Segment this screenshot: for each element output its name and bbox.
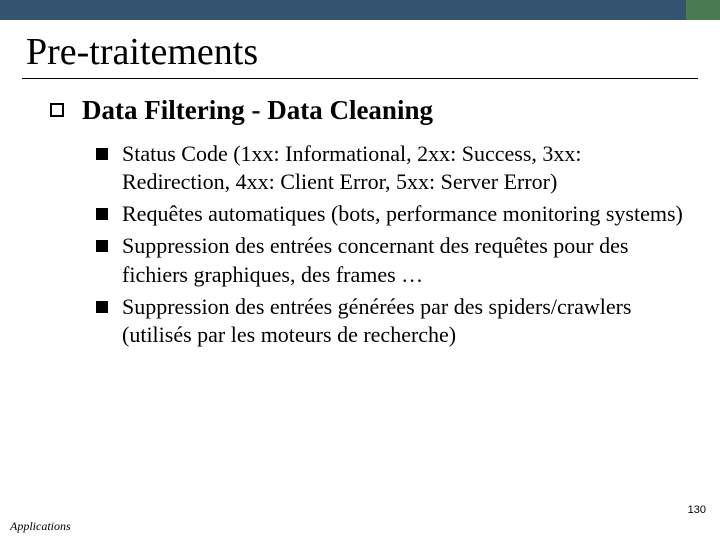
list-item-text: Suppression des entrées concernant des r… (122, 232, 690, 288)
title-underline (22, 78, 698, 79)
list-item: Suppression des entrées générées par des… (96, 293, 690, 349)
list-item: Suppression des entrées concernant des r… (96, 232, 690, 288)
subheading-row: Data Filtering - Data Cleaning (50, 95, 690, 126)
square-bullet-icon (96, 301, 108, 313)
list-item: Status Code (1xx: Informational, 2xx: Su… (96, 140, 690, 196)
bullet-list: Status Code (1xx: Informational, 2xx: Su… (50, 140, 690, 349)
top-bar (0, 0, 720, 20)
slide-title: Pre-traitements (0, 20, 720, 78)
list-item-text: Status Code (1xx: Informational, 2xx: Su… (122, 140, 690, 196)
subheading: Data Filtering - Data Cleaning (82, 95, 433, 126)
open-square-icon (50, 103, 64, 117)
content-area: Data Filtering - Data Cleaning Status Co… (0, 95, 720, 349)
list-item: Requêtes automatiques (bots, performance… (96, 200, 690, 228)
list-item-text: Suppression des entrées générées par des… (122, 293, 690, 349)
square-bullet-icon (96, 208, 108, 220)
footer-label: Applications (10, 519, 71, 534)
square-bullet-icon (96, 240, 108, 252)
page-number: 130 (688, 504, 706, 516)
list-item-text: Requêtes automatiques (bots, performance… (122, 200, 683, 228)
square-bullet-icon (96, 148, 108, 160)
